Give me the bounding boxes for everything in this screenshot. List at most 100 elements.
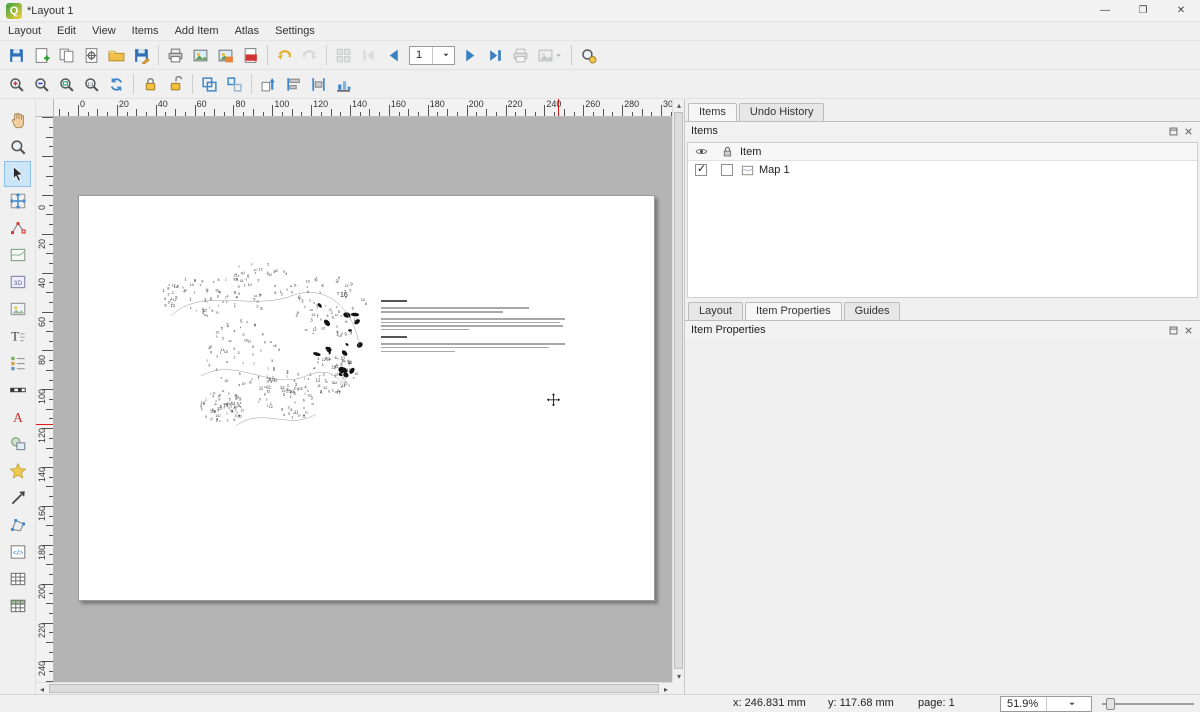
undo-button[interactable]: [272, 43, 297, 68]
add-fixed-table-button[interactable]: [4, 593, 31, 619]
svg-text:2: 2: [323, 325, 325, 330]
horizontal-ruler[interactable]: 0204060801001201401601802002202402602803…: [54, 99, 672, 117]
duplicate-layout-button[interactable]: [54, 43, 79, 68]
print-button[interactable]: [163, 43, 188, 68]
export-svg-button[interactable]: [213, 43, 238, 68]
add-label-button[interactable]: [4, 323, 31, 349]
redo-button[interactable]: [297, 43, 322, 68]
unlock-items-button[interactable]: [163, 72, 188, 97]
map-item[interactable]: 3103971141241112538541012811393111410211…: [141, 256, 371, 456]
add-node-item-button[interactable]: [4, 512, 31, 538]
add-picture-icon: [9, 300, 27, 318]
minimize-button[interactable]: —: [1086, 0, 1124, 21]
add-map-button[interactable]: [4, 242, 31, 268]
horizontal-scrollbar[interactable]: ◂ ▸: [36, 682, 672, 694]
scroll-up-arrow[interactable]: ▴: [673, 99, 685, 111]
print-atlas-button[interactable]: [508, 43, 533, 68]
group-items-button[interactable]: [197, 72, 222, 97]
zoom-combobox[interactable]: 51.9%: [1000, 696, 1092, 712]
ruler-tick: [612, 112, 613, 116]
layout-manager-button[interactable]: [79, 43, 104, 68]
add-html-button[interactable]: [4, 539, 31, 565]
menu-view[interactable]: View: [84, 23, 124, 39]
zoom-out-button[interactable]: [29, 72, 54, 97]
tab-guides[interactable]: Guides: [844, 302, 901, 320]
close-panel-icon[interactable]: [1183, 126, 1194, 137]
export-pdf-button[interactable]: [238, 43, 263, 68]
ruler-tick: [46, 525, 53, 526]
add-3d-map-button[interactable]: [4, 269, 31, 295]
float-panel-icon[interactable]: [1168, 325, 1179, 336]
distribute-items-button[interactable]: [306, 72, 331, 97]
edit-nodes-item-button[interactable]: [4, 215, 31, 241]
vertical-scrollbar[interactable]: ▴ ▾: [672, 99, 684, 682]
ruler-label: 220: [37, 622, 47, 637]
save-project-button[interactable]: [4, 43, 29, 68]
item-lock-checkbox[interactable]: [721, 164, 733, 176]
add-shape-button[interactable]: [4, 431, 31, 457]
menu-atlas[interactable]: Atlas: [227, 23, 267, 39]
close-button[interactable]: ✕: [1162, 0, 1200, 21]
preview-atlas-button[interactable]: [331, 43, 356, 68]
add-north-arrow-button[interactable]: [4, 404, 31, 430]
ungroup-items-button[interactable]: [222, 72, 247, 97]
lock-items-button[interactable]: [138, 72, 163, 97]
zoom-in-button[interactable]: [4, 72, 29, 97]
zoom-actual-size-button[interactable]: [79, 72, 104, 97]
last-feature-button[interactable]: [483, 43, 508, 68]
items-list-row[interactable]: Map 1: [688, 161, 1197, 179]
atlas-settings-button[interactable]: [576, 43, 601, 68]
pan-tool-button[interactable]: [4, 107, 31, 133]
vertical-scroll-thumb[interactable]: [674, 112, 683, 669]
select-move-item-button[interactable]: [4, 161, 31, 187]
horizontal-scroll-thumb[interactable]: [49, 684, 659, 693]
resize-items-button[interactable]: [331, 72, 356, 97]
next-feature-button[interactable]: [458, 43, 483, 68]
spinbox-dropdown-button[interactable]: [432, 47, 455, 64]
svg-text:9: 9: [345, 332, 348, 337]
text-item[interactable]: [381, 300, 571, 354]
tab-items[interactable]: Items: [688, 103, 737, 121]
layout-view[interactable]: 3103971141241112538541012811393111410211…: [54, 117, 672, 682]
zoom-dropdown-button[interactable]: [1046, 697, 1092, 711]
refresh-view-button[interactable]: [104, 72, 129, 97]
float-panel-icon[interactable]: [1168, 126, 1179, 137]
menu-items[interactable]: Items: [124, 23, 167, 39]
previous-feature-button[interactable]: [381, 43, 406, 68]
atlas-page-spinbox[interactable]: 1: [409, 46, 455, 65]
tab-item-properties[interactable]: Item Properties: [745, 302, 842, 320]
zoom-tool-button[interactable]: [4, 134, 31, 160]
new-layout-button[interactable]: [29, 43, 54, 68]
item-visibility-checkbox[interactable]: [695, 164, 707, 176]
add-marker-button[interactable]: [4, 458, 31, 484]
tab-layout[interactable]: Layout: [688, 302, 743, 320]
add-picture-button[interactable]: [4, 296, 31, 322]
save-as-template-button[interactable]: [129, 43, 154, 68]
align-items-button[interactable]: [281, 72, 306, 97]
close-panel-icon[interactable]: [1183, 325, 1194, 336]
menu-edit[interactable]: Edit: [49, 23, 84, 39]
ruler-tick: [46, 370, 53, 371]
layout-page[interactable]: 3103971141241112538541012811393111410211…: [78, 195, 655, 601]
first-feature-button[interactable]: [356, 43, 381, 68]
add-attribute-table-button[interactable]: [4, 566, 31, 592]
export-atlas-button[interactable]: [533, 43, 567, 68]
menu-add-item[interactable]: Add Item: [167, 23, 227, 39]
add-items-from-template-button[interactable]: [104, 43, 129, 68]
menu-settings[interactable]: Settings: [267, 23, 323, 39]
zoom-slider-handle[interactable]: [1106, 698, 1115, 710]
export-image-button[interactable]: [188, 43, 213, 68]
scroll-down-arrow[interactable]: ▾: [673, 670, 685, 682]
add-legend-button[interactable]: [4, 350, 31, 376]
add-arrow-button[interactable]: [4, 485, 31, 511]
zoom-full-button[interactable]: [54, 72, 79, 97]
zoom-slider[interactable]: [1102, 695, 1194, 712]
raise-items-button[interactable]: [256, 72, 281, 97]
maximize-button[interactable]: ❐: [1124, 0, 1162, 21]
ruler-tick: [583, 105, 584, 116]
menu-layout[interactable]: Layout: [0, 23, 49, 39]
move-item-content-button[interactable]: [4, 188, 31, 214]
add-scalebar-button[interactable]: [4, 377, 31, 403]
tab-undo-history[interactable]: Undo History: [739, 103, 825, 121]
vertical-ruler[interactable]: 020406080100120140160180200220240: [36, 117, 54, 682]
